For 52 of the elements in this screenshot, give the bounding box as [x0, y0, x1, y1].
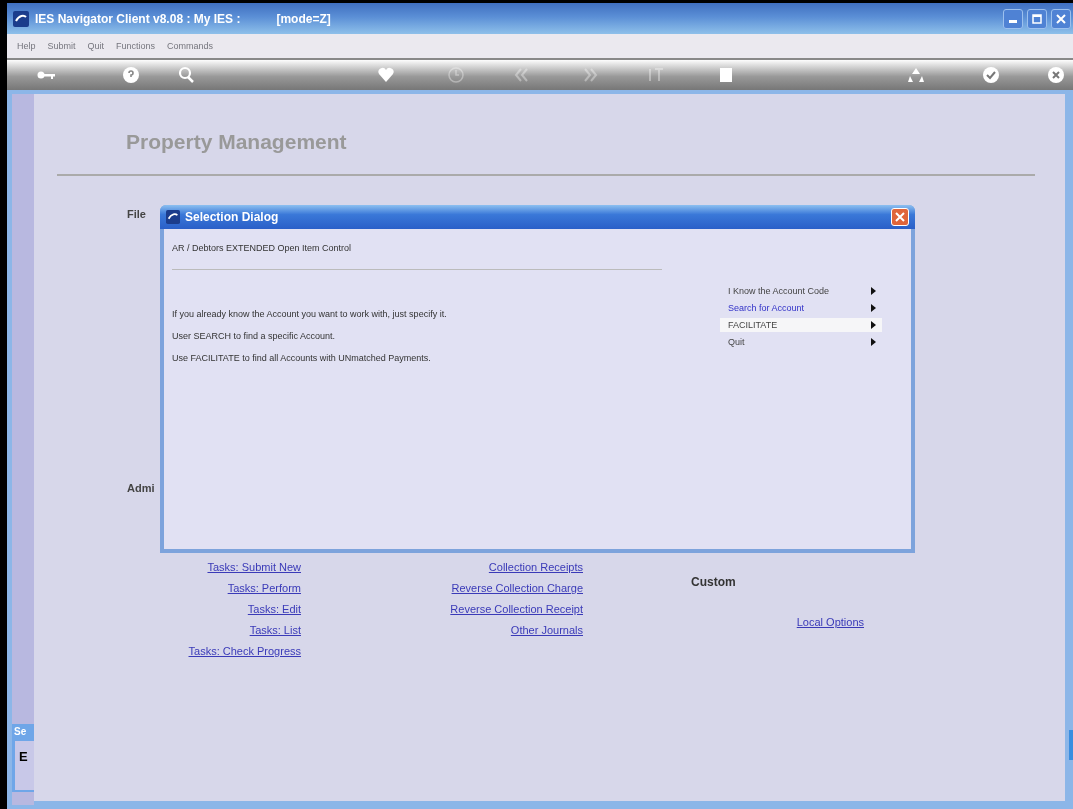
minimize-icon	[1009, 20, 1017, 23]
menu-item[interactable]: Help	[17, 41, 36, 51]
options-link[interactable]: Local Options	[796, 614, 864, 630]
maximize-icon	[1032, 13, 1042, 24]
square-icon[interactable]	[717, 66, 735, 84]
app-icon	[166, 210, 180, 224]
menu-option[interactable]: I Know the Account Code	[720, 284, 882, 298]
menu-option[interactable]: FACILITATE	[720, 318, 882, 332]
dialog-title: Selection Dialog	[185, 210, 279, 224]
menu-option[interactable]: Search for Account	[720, 301, 882, 315]
journal-link[interactable]: Reverse Collection Receipt	[450, 601, 583, 617]
menu-item[interactable]: Functions	[116, 41, 156, 51]
menu-item[interactable]: Commands	[167, 41, 214, 51]
minimize-button[interactable]	[1003, 8, 1023, 29]
scroll-indicator	[1069, 730, 1073, 760]
journal-link[interactable]: Reverse Collection Charge	[451, 580, 583, 596]
page-heading: Property Management	[126, 130, 348, 154]
app-icon	[13, 10, 29, 27]
instruction-text: User SEARCH to find a specific Account.	[172, 330, 337, 343]
side-window-text: E	[15, 741, 34, 790]
menu-item[interactable]: Quit	[87, 41, 105, 51]
menu-item[interactable]: Submit	[47, 41, 76, 51]
side-window-title: Se	[13, 725, 28, 739]
task-link[interactable]: Tasks: List	[249, 622, 301, 638]
instruction-text: Use FACILITATE to find all Accounts with UNmatched Payments.	[172, 352, 432, 365]
heart-icon[interactable]	[377, 66, 395, 84]
arrow-icon	[871, 304, 876, 312]
close-icon[interactable]	[1047, 66, 1065, 84]
task-link[interactable]: Tasks: Check Progress	[188, 643, 301, 659]
close-icon	[1056, 13, 1066, 24]
arrow-icon	[871, 338, 876, 346]
arrow-icon	[871, 287, 876, 295]
journal-link[interactable]: Collection Receipts	[488, 559, 583, 575]
task-link[interactable]: Tasks: Perform	[227, 580, 301, 596]
help-icon[interactable]	[122, 66, 140, 84]
menu-option[interactable]: Quit	[720, 335, 882, 349]
section-heading: File	[127, 208, 146, 220]
window-title: IES Navigator Client v8.08 : My IES :	[35, 11, 241, 26]
journal-link[interactable]: Other Journals	[510, 622, 583, 638]
close-icon	[895, 212, 905, 222]
dialog-subtitle: AR / Debtors EXTENDED Open Item Control	[172, 243, 353, 253]
search-icon[interactable]	[177, 66, 195, 84]
mode-label: [mode=Z]	[276, 11, 331, 26]
close-button[interactable]	[1051, 8, 1071, 29]
custom-heading: Custom	[691, 575, 736, 589]
instruction-text: If you already know the Account you want to work with, just specify it.	[172, 308, 448, 321]
task-link[interactable]: Tasks: Submit New	[207, 559, 301, 575]
check-icon[interactable]	[982, 66, 1000, 84]
maximize-button[interactable]	[1027, 8, 1047, 29]
task-link[interactable]: Tasks: Edit	[247, 601, 301, 617]
arrow-icon	[871, 321, 876, 329]
section-heading: Admi	[127, 482, 155, 494]
